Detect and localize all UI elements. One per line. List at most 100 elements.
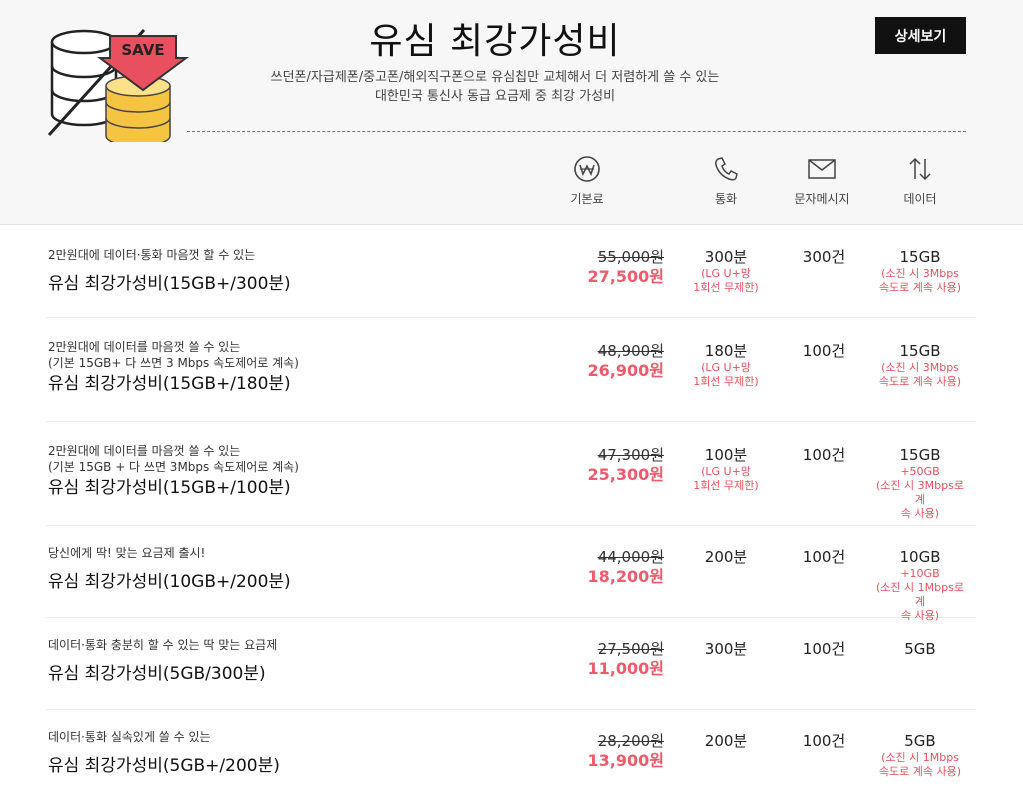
divider: [187, 131, 966, 132]
subtitle: 쓰던폰/자급제폰/중고폰/해외직구폰으로 유심칩만 교체해서 더 저렴하게 쓸 …: [200, 68, 790, 106]
sms-cell: 300건: [774, 247, 874, 267]
data-cell: 5GB: [870, 639, 970, 659]
call-minutes: 100분: [704, 446, 748, 464]
data-cell: 5GB (소진 시 1Mbps 속도로 계속 사용): [870, 731, 970, 779]
detail-button[interactable]: 상세보기: [875, 17, 966, 54]
data-cell: 10GB +10GB (소진 시 1Mbps로 계 속 사용): [870, 547, 970, 623]
data-note: +50GB: [900, 465, 940, 478]
plan-description-line: 2만원대에 데이터를 마음껏 쓸 수 있는: [48, 340, 241, 354]
up-down-arrows-icon: [909, 157, 931, 181]
plan-name: 유심 최강가성비(5GB+/200분): [48, 756, 280, 776]
data-note: 속도로 계속 사용): [878, 281, 962, 294]
sms-count: 100건: [802, 640, 846, 658]
plan-description: 당신에게 딱! 맞는 요금제 출시!: [48, 545, 205, 561]
call-note: 1회선 무제한): [693, 281, 759, 294]
plan-description: 2만원대에 데이터를 마음껏 쓸 수 있는 (기본 15GB+ 다 쓰면 3 M…: [48, 339, 299, 371]
plan-description-line: 데이터·통화 실속있게 쓸 수 있는: [48, 730, 211, 744]
data-note: (소진 시 3Mbps: [881, 267, 959, 280]
column-header-call: 통화: [676, 154, 776, 207]
plan-description: 2만원대에 데이터·통화 마음껏 할 수 있는: [48, 247, 255, 263]
call-note: (LG U+망: [701, 361, 751, 374]
sms-cell: 100건: [774, 547, 874, 567]
phone-icon: [715, 157, 738, 181]
original-price: 27,500원: [597, 640, 664, 658]
call-minutes: 300분: [704, 248, 748, 266]
discount-price: 18,200원: [587, 567, 664, 586]
call-note: 1회선 무제한): [693, 479, 759, 492]
plan-name: 유심 최강가성비(15GB+/100분): [48, 478, 291, 498]
column-label: 데이터: [903, 192, 937, 206]
call-minutes: 300분: [704, 640, 748, 658]
plan-description-line: 당신에게 딱! 맞는 요금제 출시!: [48, 546, 206, 560]
original-price: 28,200원: [597, 732, 664, 750]
plan-name: 유심 최강가성비(5GB/300분): [48, 664, 266, 684]
plan-price: 47,300원 25,300원: [514, 445, 664, 485]
data-note: (소진 시 1Mbps: [881, 751, 959, 764]
data-amount: 10GB: [899, 548, 941, 566]
discount-price: 25,300원: [587, 465, 664, 484]
column-label: 기본료: [570, 192, 604, 206]
plan-row[interactable]: 2만원대에 데이터를 마음껏 쓸 수 있는 (기본 15GB + 다 쓰면 3M…: [46, 421, 976, 526]
data-amount: 5GB: [904, 640, 936, 658]
data-note: 속 사용): [900, 507, 940, 520]
original-price: 47,300원: [597, 446, 664, 464]
call-cell: 100분 (LG U+망 1회선 무제한): [676, 445, 776, 493]
data-amount: 15GB: [899, 446, 941, 464]
call-minutes: 180분: [704, 342, 748, 360]
data-note: 속도로 계속 사용): [878, 765, 962, 778]
call-minutes: 200분: [704, 548, 748, 566]
sms-cell: 100건: [774, 731, 874, 751]
sms-count: 300건: [802, 248, 846, 266]
discount-price: 27,500원: [587, 267, 664, 286]
sms-count: 100건: [802, 446, 846, 464]
data-note: (소진 시 1Mbps로 계: [876, 581, 964, 608]
plan-row[interactable]: 데이터·통화 실속있게 쓸 수 있는 유심 최강가성비(5GB+/200분) 2…: [46, 709, 976, 791]
plan-row[interactable]: 2만원대에 데이터를 마음껏 쓸 수 있는 (기본 15GB+ 다 쓰면 3 M…: [46, 317, 976, 422]
plan-price: 48,900원 26,900원: [514, 341, 664, 381]
plan-name: 유심 최강가성비(10GB+/200분): [48, 572, 291, 592]
plan-price: 44,000원 18,200원: [514, 547, 664, 587]
sms-cell: 100건: [774, 445, 874, 465]
discount-price: 11,000원: [587, 659, 664, 678]
plan-row[interactable]: 데이터·통화 충분히 할 수 있는 딱 맞는 요금제 유심 최강가성비(5GB/…: [46, 617, 976, 710]
data-cell: 15GB (소진 시 3Mbps 속도로 계속 사용): [870, 247, 970, 295]
data-amount: 15GB: [899, 342, 941, 360]
subtitle-line: 대한민국 통신사 동급 요금제 중 최강 가성비: [374, 89, 616, 104]
plan-description: 2만원대에 데이터를 마음껏 쓸 수 있는 (기본 15GB + 다 쓰면 3M…: [48, 443, 299, 475]
data-amount: 5GB: [904, 732, 936, 750]
call-cell: 300분 (LG U+망 1회선 무제한): [676, 247, 776, 295]
data-note: 속도로 계속 사용): [878, 375, 962, 388]
data-note: +10GB: [900, 567, 940, 580]
column-label: 문자메시지: [794, 192, 850, 206]
won-icon: [574, 156, 600, 182]
plan-description-line: 2만원대에 데이터를 마음껏 쓸 수 있는: [48, 444, 241, 458]
call-minutes: 200분: [704, 732, 748, 750]
discount-price: 26,900원: [587, 361, 664, 380]
call-cell: 200분: [676, 547, 776, 567]
plan-description: 데이터·통화 실속있게 쓸 수 있는: [48, 729, 211, 745]
sms-count: 100건: [802, 548, 846, 566]
call-cell: 180분 (LG U+망 1회선 무제한): [676, 341, 776, 389]
column-header-base-fee: 기본료: [537, 154, 637, 207]
plan-name: 유심 최강가성비(15GB+/180분): [48, 374, 291, 394]
sms-cell: 100건: [774, 341, 874, 361]
sms-count: 100건: [802, 342, 846, 360]
plan-name: 유심 최강가성비(15GB+/300분): [48, 274, 291, 294]
plan-row[interactable]: 2만원대에 데이터·통화 마음껏 할 수 있는 유심 최강가성비(15GB+/3…: [46, 225, 976, 318]
data-cell: 15GB +50GB (소진 시 3Mbps로 계 속 사용): [870, 445, 970, 521]
header: SAVE 유심 최강가성비 상세보기 쓰던폰/자급제폰/중고폰/해외직구폰으로 …: [0, 0, 1023, 225]
call-note: (LG U+망: [701, 465, 751, 478]
plan-price: 55,000원 27,500원: [514, 247, 664, 287]
original-price: 55,000원: [597, 248, 664, 266]
plan-price: 27,500원 11,000원: [514, 639, 664, 679]
data-note: (소진 시 3Mbps: [881, 361, 959, 374]
plan-description-line: 2만원대에 데이터·통화 마음껏 할 수 있는: [48, 248, 256, 262]
original-price: 48,900원: [597, 342, 664, 360]
original-price: 44,000원: [597, 548, 664, 566]
subtitle-line: 쓰던폰/자급제폰/중고폰/해외직구폰으로 유심칩만 교체해서 더 저렴하게 쓸 …: [270, 70, 720, 85]
envelope-icon: [808, 159, 836, 179]
plan-price: 28,200원 13,900원: [514, 731, 664, 771]
discount-price: 13,900원: [587, 751, 664, 770]
plan-row[interactable]: 당신에게 딱! 맞는 요금제 출시! 유심 최강가성비(10GB+/200분) …: [46, 525, 976, 622]
page-title: 유심 최강가성비: [369, 21, 621, 62]
